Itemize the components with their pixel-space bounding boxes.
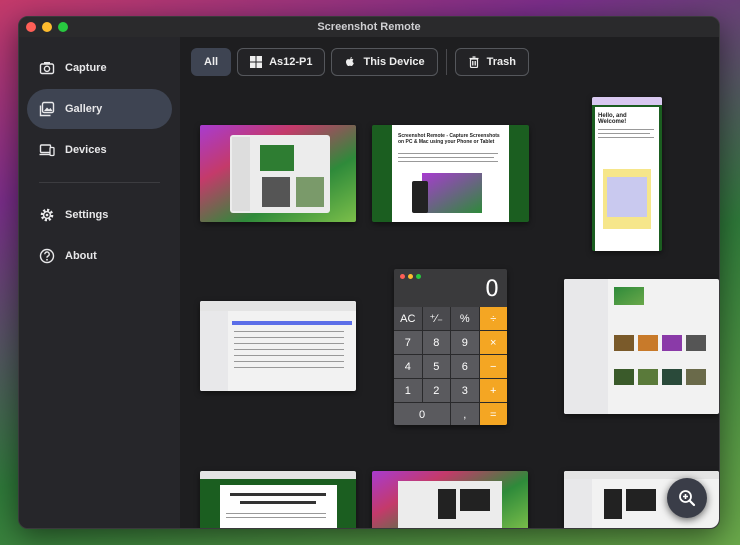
app-window: Screenshot Remote Capture Gallery Device… [18,16,720,529]
filter-trash-button[interactable]: Trash [454,48,529,76]
maximize-window-button[interactable] [58,22,68,32]
calc-key: ⁺∕₋ [422,307,450,330]
thumbnail-heading: Screenshot Remote - Capture Screenshots … [398,133,500,145]
calc-key: × [479,331,507,354]
sidebar-item-label: Devices [65,144,107,156]
sidebar-item-label: About [65,250,97,262]
sidebar-item-label: Settings [65,209,109,221]
camera-icon [39,62,55,75]
gallery-icon [39,101,55,117]
calc-key: 4 [394,355,422,378]
filter-label: This Device [363,56,425,68]
calc-key: AC [394,307,422,330]
sidebar-item-label: Gallery [65,103,103,115]
sidebar-divider [39,182,160,183]
filter-separator [445,49,447,75]
gallery-main: All As12-P1 This Device Trash Screenshot… [180,37,719,528]
minimize-window-button[interactable] [42,22,52,32]
sidebar-item-label: Capture [65,62,107,74]
calc-key: 6 [451,355,479,378]
thumbnail-heading: Hello, and Welcome! [598,113,627,125]
calc-key: − [479,355,507,378]
trash-icon [469,56,479,68]
zoom-button[interactable] [667,478,707,518]
calc-key: + [479,379,507,402]
sidebar: Capture Gallery Devices Settings About [19,37,180,528]
screenshot-thumbnail[interactable]: Screenshot Remote - Capture Screenshots … [372,125,529,222]
screenshot-thumbnail[interactable] [200,471,356,528]
calc-key: % [451,307,479,330]
screenshot-thumbnail[interactable] [564,279,719,414]
calc-key: 9 [451,331,479,354]
screenshot-thumbnail[interactable] [200,125,356,222]
zoom-in-icon [679,490,696,507]
screenshot-thumbnail[interactable] [200,301,356,391]
calc-key: 1 [394,379,422,402]
sidebar-item-gallery[interactable]: Gallery [27,89,172,129]
sidebar-item-capture[interactable]: Capture [27,48,172,88]
calc-key: 8 [422,331,450,354]
calc-key: = [479,403,507,425]
calc-key: ÷ [479,307,507,330]
calc-keypad: AC ⁺∕₋ % ÷ 7 8 9 × 4 5 6 − 1 2 3 + 0 , = [394,307,507,425]
filter-this-device-button[interactable]: This Device [331,48,438,76]
filter-all-button[interactable]: All [191,48,232,76]
filter-label: Trash [486,56,516,68]
sidebar-item-devices[interactable]: Devices [27,130,172,170]
help-icon [39,248,55,264]
calculator-thumbnail[interactable]: 0 AC ⁺∕₋ % ÷ 7 8 9 × 4 5 6 − 1 2 3 + 0 , [394,269,507,425]
devices-icon [39,144,55,157]
calc-key: 0 [394,403,450,425]
sidebar-item-settings[interactable]: Settings [27,195,172,235]
calc-key: 2 [422,379,450,402]
filter-label: All [204,56,219,68]
screenshot-thumbnail[interactable]: Hello, and Welcome! [592,97,662,251]
calc-key: 7 [394,331,422,354]
apple-icon [346,57,355,67]
calc-key: , [451,403,479,425]
calc-window-controls [400,274,421,279]
windows-icon [250,56,263,68]
gear-icon [40,208,54,222]
filter-device-button[interactable]: As12-P1 [237,48,326,76]
calc-key: 3 [451,379,479,402]
window-controls [26,22,68,32]
filter-bar: All As12-P1 This Device Trash [191,48,529,76]
title-bar: Screenshot Remote [19,17,719,37]
close-window-button[interactable] [26,22,36,32]
screenshot-thumbnail[interactable] [372,471,528,528]
sidebar-item-about[interactable]: About [27,236,172,276]
calc-key: 5 [422,355,450,378]
window-title: Screenshot Remote [317,21,421,33]
filter-label: As12-P1 [269,56,313,68]
